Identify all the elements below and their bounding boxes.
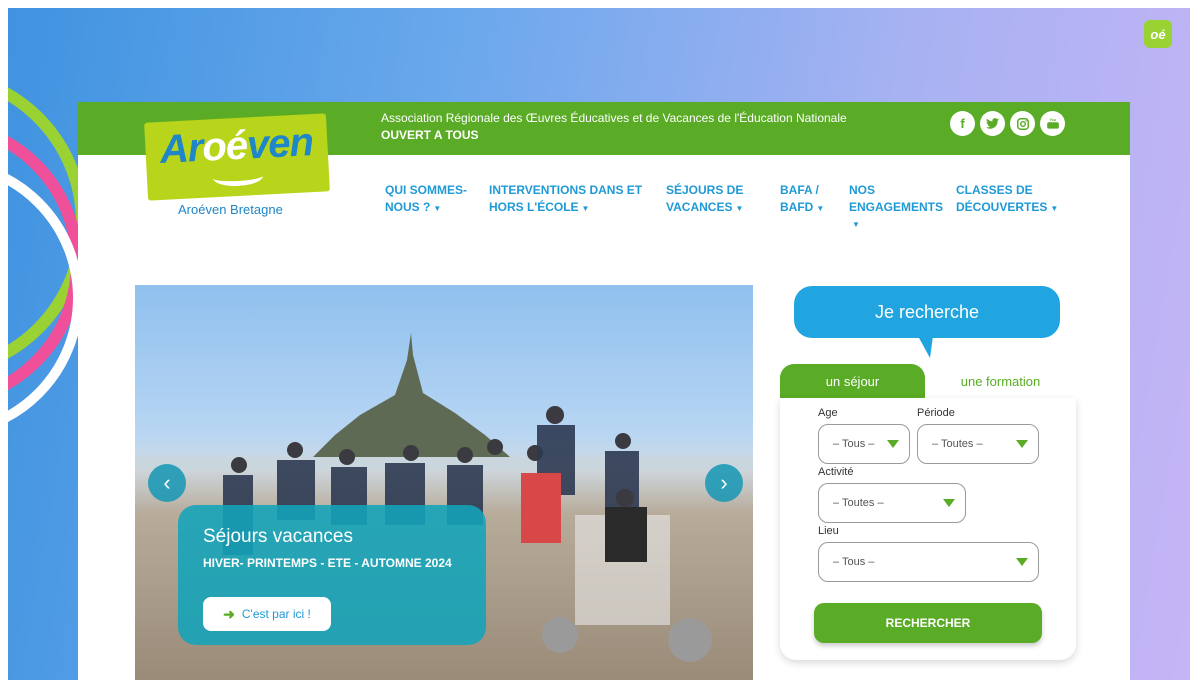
nav-item-sejours-de-vacances[interactable]: SÉJOURS DE VACANCES ▼ — [666, 182, 780, 233]
chevron-down-icon: ▼ — [816, 204, 825, 213]
open-to-all-text: OUVERT A TOUS — [381, 128, 479, 142]
hero-title: Séjours vacances — [203, 526, 353, 547]
twitter-icon[interactable] — [980, 111, 1005, 136]
svg-text:You: You — [1049, 118, 1055, 122]
tab-un-sejour[interactable]: un séjour — [780, 364, 925, 399]
nav-item-qui-sommes-nous[interactable]: QUI SOMMES- NOUS ? ▼ — [385, 182, 489, 233]
association-name: Association Régionale des Œuvres Éducati… — [381, 111, 847, 125]
search-heading: Je recherche — [794, 286, 1060, 338]
nav-item-bafa-bafd[interactable]: BAFA / BAFD ▼ — [780, 182, 849, 233]
search-form: Age Période – Tous – – Toutes – Activité… — [780, 398, 1076, 660]
aroeven-logo[interactable]: Aroéven — [144, 113, 330, 201]
social-links: f You — [950, 111, 1065, 136]
lieu-label: Lieu — [818, 525, 839, 537]
nav-item-interventions[interactable]: INTERVENTIONS DANS ET HORS L'ÉCOLE ▼ — [489, 182, 666, 233]
dropdown-triangle-icon — [887, 440, 899, 448]
periode-label: Période — [917, 407, 955, 419]
slide-background: oé Association Régionale des Œuvres Éduc… — [8, 8, 1190, 680]
activite-label: Activité — [818, 466, 854, 478]
main-navigation: QUI SOMMES- NOUS ? ▼ INTERVENTIONS DANS ET… — [385, 182, 1068, 233]
website-frame: Association Régionale des Œuvres Éducati… — [78, 102, 1130, 680]
chevron-down-icon: ▼ — [433, 204, 442, 213]
nav-item-classes-de-decouvertes[interactable]: CLASSES DE DÉCOUVERTES ▼ — [956, 182, 1068, 233]
search-submit-button[interactable]: RECHERCHER — [814, 603, 1042, 643]
periode-select[interactable]: – Toutes – — [917, 424, 1039, 464]
dropdown-triangle-icon — [1016, 440, 1028, 448]
facebook-icon[interactable]: f — [950, 111, 975, 136]
logo-subtitle: Aroéven Bretagne — [178, 202, 283, 217]
nav-item-nos-engagements[interactable]: NOS ENGAGEMENTS ▼ — [849, 182, 956, 233]
hero-cta-label: C'est par ici ! — [241, 607, 311, 621]
tab-une-formation[interactable]: une formation — [928, 364, 1073, 399]
age-label: Age — [818, 407, 838, 419]
arrow-right-icon: ➜ — [223, 605, 235, 622]
hero-caption-card: Séjours vacances HIVER- PRINTEMPS - ETE … — [178, 505, 486, 645]
dropdown-triangle-icon — [943, 499, 955, 507]
carousel-prev-button[interactable]: ‹ — [148, 464, 186, 502]
corner-logo-badge: oé — [1144, 20, 1172, 48]
hero-subtitle: HIVER- PRINTEMPS - ETE - AUTOMNE 2024 — [203, 556, 452, 570]
search-heading-tail — [918, 336, 933, 358]
chevron-down-icon: ▼ — [735, 204, 744, 213]
logo-wordmark: Aroéven — [158, 120, 315, 172]
chevron-down-icon: ▼ — [852, 220, 860, 229]
chevron-down-icon: ▼ — [1050, 204, 1059, 213]
logo-smile-mark — [212, 166, 264, 188]
instagram-icon[interactable] — [1010, 111, 1035, 136]
chevron-down-icon: ▼ — [581, 204, 590, 213]
hero-carousel: ‹ › Séjours vacances HIVER- PRINTEMPS - … — [135, 285, 753, 680]
youtube-icon[interactable]: You — [1040, 111, 1065, 136]
lieu-select[interactable]: – Tous – — [818, 542, 1039, 582]
carousel-next-button[interactable]: › — [705, 464, 743, 502]
dropdown-triangle-icon — [1016, 558, 1028, 566]
hero-cta-button[interactable]: ➜ C'est par ici ! — [203, 597, 331, 631]
activite-select[interactable]: – Toutes – — [818, 483, 966, 523]
age-select[interactable]: – Tous – — [818, 424, 910, 464]
